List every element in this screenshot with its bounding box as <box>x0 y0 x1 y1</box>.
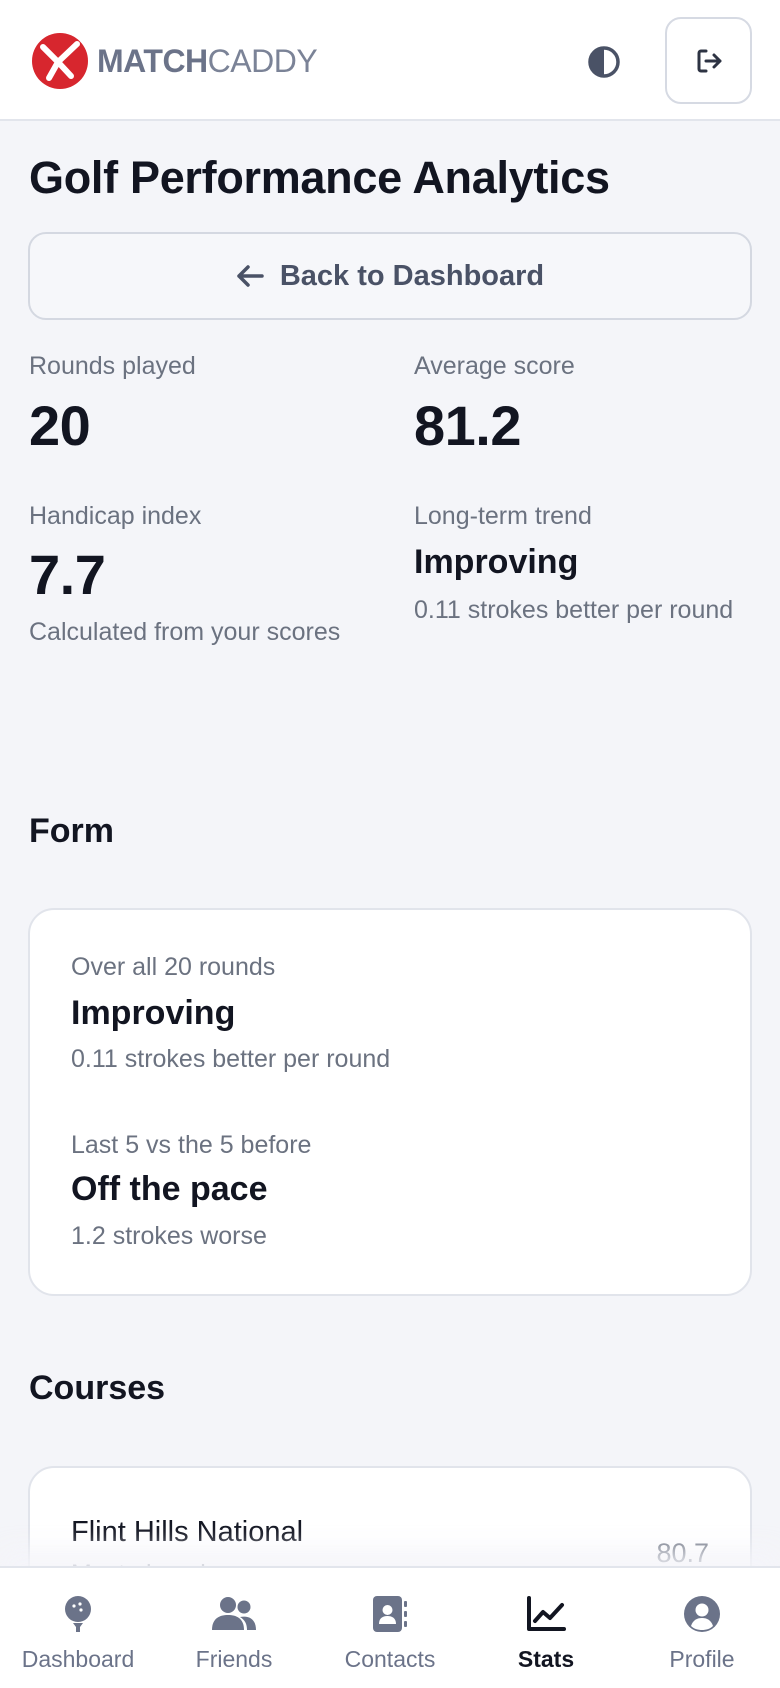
form-overall-value: Improving <box>71 994 236 1032</box>
brand-wordmark: MATCHCADDY <box>97 43 318 79</box>
form-overall-note: 0.11 strokes better per round <box>71 1045 391 1073</box>
users-icon <box>210 1594 258 1634</box>
brand-light: CADDY <box>207 43 318 79</box>
user-circle-icon <box>683 1594 721 1634</box>
nav-item-dashboard[interactable]: Dashboard <box>0 1568 156 1688</box>
handicap-index-label: Handicap index <box>29 502 202 530</box>
course-average-score: 80.7 <box>656 1538 709 1568</box>
logout-icon <box>697 49 721 72</box>
average-score-value: 81.2 <box>414 394 522 457</box>
rounds-played-value: 20 <box>29 394 91 457</box>
handicap-index-note: Calculated from your scores <box>29 618 341 646</box>
nav-item-contacts[interactable]: Contacts <box>312 1568 468 1688</box>
brand-logo[interactable]: MATCHCADDY <box>31 32 318 90</box>
app-header: MATCHCADDY <box>0 0 780 121</box>
golf-ball-tee-icon <box>62 1594 94 1634</box>
chart-line-icon <box>526 1594 566 1634</box>
average-score-label: Average score <box>414 352 575 380</box>
back-to-dashboard-label: Back to Dashboard <box>279 259 545 292</box>
bottom-navigation: Dashboard Friends Contacts Stats Profile <box>0 1566 780 1688</box>
back-to-dashboard-button[interactable]: Back to Dashboard <box>28 232 752 320</box>
contrast-icon <box>588 46 620 78</box>
theme-toggle-button[interactable] <box>582 40 626 84</box>
courses-section-title: Courses <box>29 1369 166 1407</box>
logout-button[interactable] <box>665 17 752 104</box>
nav-label-friends: Friends <box>195 1646 273 1672</box>
nav-item-profile[interactable]: Profile <box>624 1568 780 1688</box>
rounds-played-label: Rounds played <box>29 352 196 380</box>
nav-label-dashboard: Dashboard <box>21 1646 135 1672</box>
nav-label-stats: Stats <box>517 1646 575 1672</box>
long-term-trend-note: 0.11 strokes better per round <box>414 596 734 624</box>
form-recent-value: Off the pace <box>71 1170 268 1208</box>
matchcaddy-logo-icon <box>32 33 88 89</box>
nav-item-stats[interactable]: Stats <box>468 1568 624 1688</box>
form-recent-label: Last 5 vs the 5 before <box>71 1131 312 1159</box>
form-overall-label: Over all 20 rounds <box>71 953 276 981</box>
nav-label-contacts: Contacts <box>344 1646 436 1672</box>
address-book-icon <box>372 1594 408 1634</box>
brand-bold: MATCH <box>97 43 208 79</box>
arrow-left-icon <box>237 265 264 287</box>
course-name: Flint Hills National <box>71 1516 304 1548</box>
page-title: Golf Performance Analytics <box>29 152 610 203</box>
form-section-title: Form <box>29 812 114 850</box>
page: MATCHCADDY Golf Performance Analytics Ba… <box>0 0 780 1688</box>
handicap-index-value: 7.7 <box>29 543 106 606</box>
nav-item-friends[interactable]: Friends <box>156 1568 312 1688</box>
form-recent-note: 1.2 strokes worse <box>71 1222 267 1250</box>
form-card: Over all 20 rounds Improving 0.11 stroke… <box>28 908 752 1296</box>
long-term-trend-label: Long-term trend <box>414 502 592 530</box>
nav-label-profile: Profile <box>669 1646 735 1672</box>
long-term-trend-value: Improving <box>414 543 579 581</box>
